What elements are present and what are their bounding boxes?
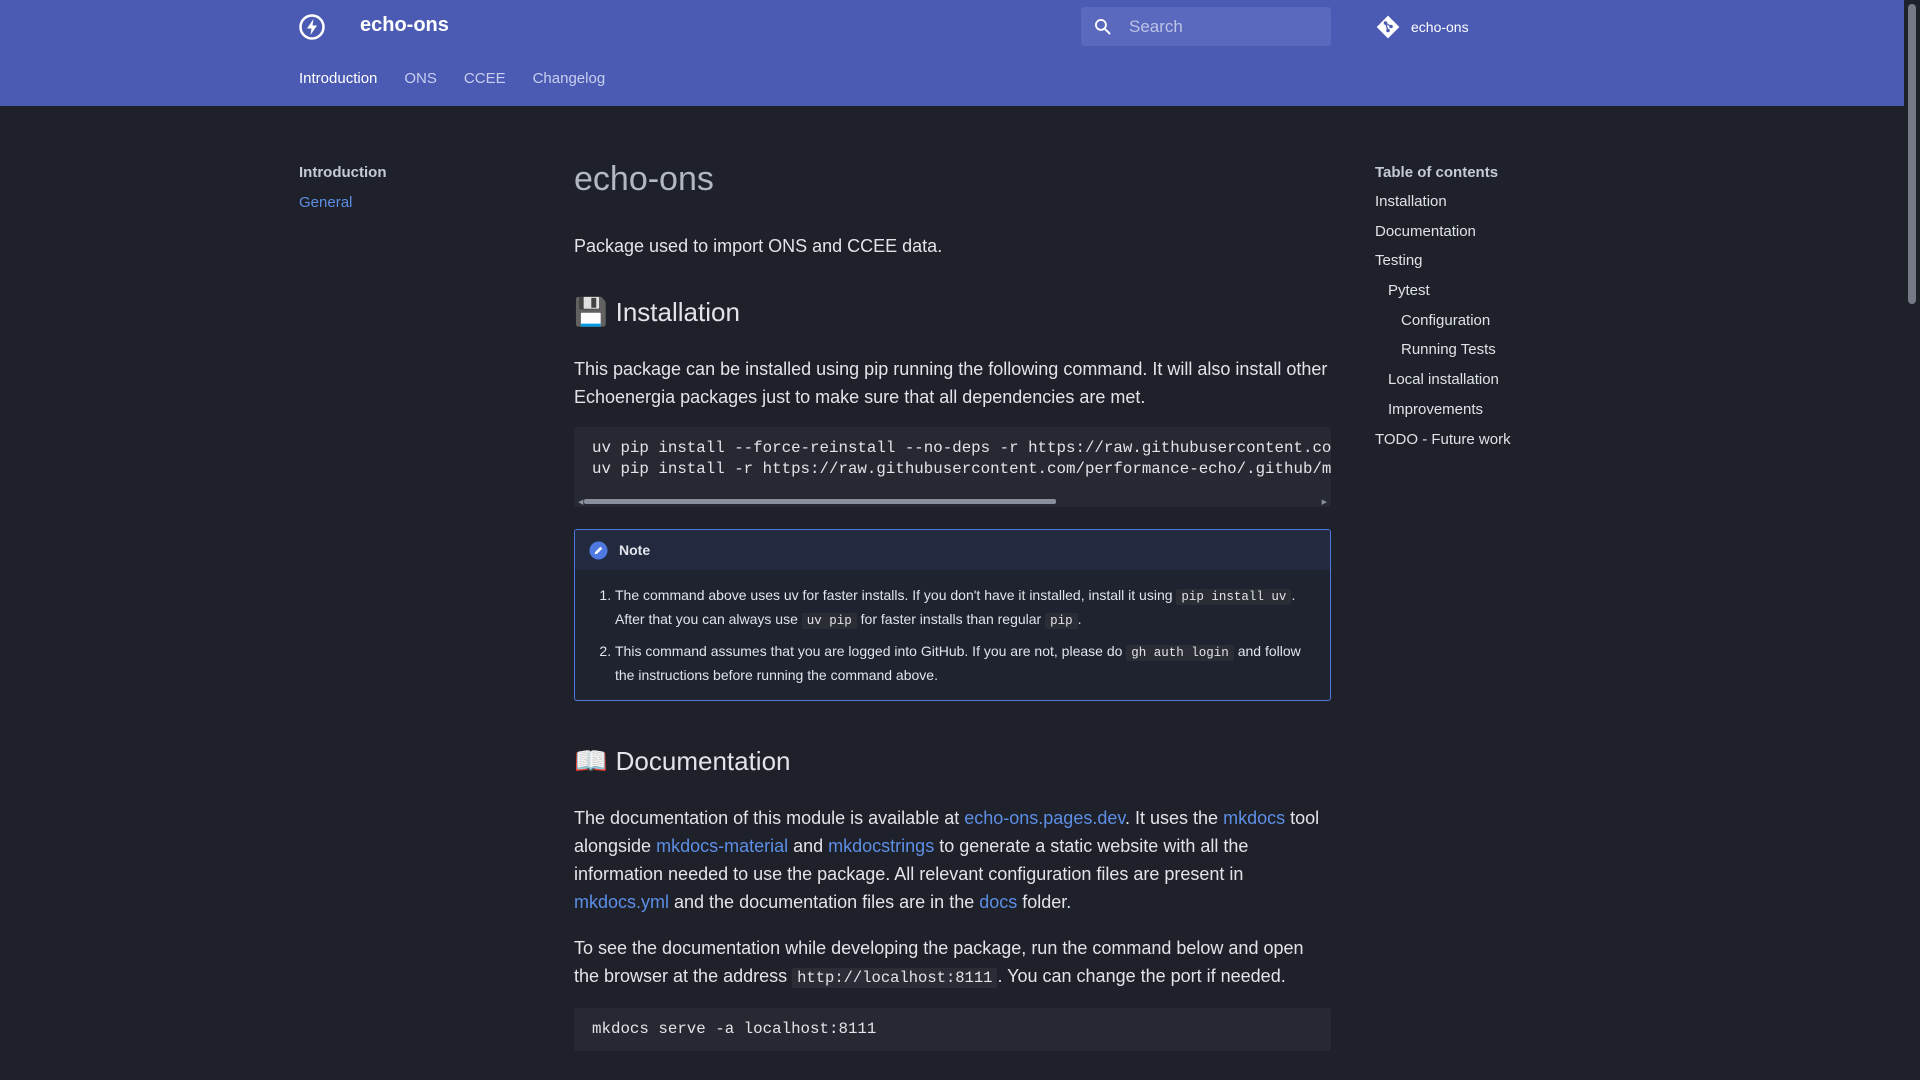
installation-heading: 💾 Installation [574,296,1331,328]
installation-heading-text: Installation [615,296,740,327]
list-item: This command assumes that you are logged… [615,641,1310,686]
repo-name: echo-ons [1411,19,1469,35]
install-code-block[interactable]: uv pip install --force-reinstall --no-de… [574,427,1331,507]
documentation-paragraph: The documentation of this module is avai… [574,804,1331,916]
main-content: echo-ons Package used to import ONS and … [574,160,1331,1051]
mkdocstrings-link[interactable]: mkdocstrings [828,836,934,856]
scroll-right-icon[interactable]: ▶ [1322,498,1327,506]
intro-paragraph: Package used to import ONS and CCEE data… [574,236,943,256]
primary-navigation: Introduction General [299,164,519,212]
page-title: echo-ons [574,160,714,198]
tab-introduction[interactable]: Introduction [299,70,377,87]
docs-site-link[interactable]: echo-ons.pages.dev [964,808,1125,828]
doc-text: The documentation of this module is avai… [574,808,965,828]
doc-text: folder. [1017,892,1072,912]
inline-code: http://localhost:8111 [792,968,998,988]
search-input[interactable] [1129,7,1324,46]
documentation-heading: 📖 Documentation [574,745,1331,777]
code-horizontal-scrollbar[interactable]: ◀ ▶ [578,498,1327,506]
toc-item-configuration[interactable]: Configuration [1375,312,1615,342]
note-text: for faster installs than regular [856,610,1046,627]
code-line: uv pip install -r https://raw.githubuser… [592,460,1331,478]
note-text: This command assumes that you are logged… [615,643,1127,659]
doc-text: . You can change the port if needed. [997,966,1286,986]
toc-item-documentation[interactable]: Documentation [1375,223,1615,253]
mkdocs-yml-link[interactable]: mkdocs.yml [574,892,669,912]
serve-code-block[interactable]: mkdocs serve -a localhost:8111 [574,1008,1331,1051]
inline-code: uv pip [801,612,857,629]
documentation-heading-text: Documentation [615,745,791,776]
search-box[interactable] [1081,7,1331,46]
toc-title: Table of contents [1375,164,1499,181]
doc-text: and [788,836,829,856]
doc-text: and the documentation files are in the [669,892,980,912]
scrollbar-thumb[interactable] [584,499,1056,504]
home-logo-icon[interactable] [299,14,325,40]
toc-item-testing[interactable]: Testing [1375,252,1615,282]
tab-changelog[interactable]: Changelog [533,70,606,87]
header: echo-ons echo-ons Introduction ONS CCEE … [0,0,1904,106]
serve-paragraph: To see the documentation while developin… [574,934,1331,992]
table-of-contents: Table of contents Installation Documenta… [1375,164,1615,460]
toc-item-todo[interactable]: TODO - Future work [1375,431,1615,461]
tab-ccee[interactable]: CCEE [464,70,506,87]
floppy-disk-icon: 💾 [574,297,608,327]
note-title: Note [619,542,651,558]
open-book-icon: 📖 [574,746,608,776]
toc-item-pytest[interactable]: Pytest [1375,282,1615,312]
header-tabs: Introduction ONS CCEE Changelog [299,70,632,87]
code-line: mkdocs serve -a localhost:8111 [592,1020,877,1038]
docs-folder-link[interactable]: docs [979,892,1017,912]
code-line: uv pip install --force-reinstall --no-de… [592,439,1331,457]
mkdocs-material-link[interactable]: mkdocs-material [656,836,788,856]
toc-item-local-installation[interactable]: Local installation [1375,371,1615,401]
note-text: The command above uses uv for faster ins… [615,587,1177,603]
nav-item-general[interactable]: General [299,194,352,211]
doc-text: . It uses the [1125,808,1224,828]
inline-code: pip [1045,612,1078,629]
note-list: The command above uses uv for faster ins… [575,570,1330,700]
site-title[interactable]: echo-ons [360,14,449,37]
note-text: . [1077,610,1082,627]
scroll-left-icon[interactable]: ◀ [578,498,583,506]
repo-link[interactable]: echo-ons [1375,14,1469,40]
toc-item-installation[interactable]: Installation [1375,193,1615,223]
toc-item-improvements[interactable]: Improvements [1375,401,1615,431]
inline-code: gh auth login [1126,645,1234,661]
search-icon [1095,19,1111,35]
git-icon [1376,15,1400,39]
page-scrollbar-thumb[interactable] [1908,4,1916,304]
page-scrollbar[interactable] [1904,0,1920,1080]
note-header: Note [575,530,1330,570]
note-admonition: Note The command above uses uv for faste… [574,529,1331,701]
mkdocs-link[interactable]: mkdocs [1223,808,1285,828]
nav-section-title: Introduction [299,164,387,181]
pencil-icon [589,540,608,560]
toc-item-running-tests[interactable]: Running Tests [1375,341,1615,371]
installation-paragraph: This package can be installed using pip … [574,359,1328,407]
list-item: The command above uses uv for faster ins… [615,585,1310,632]
inline-code: pip install uv [1176,589,1292,605]
tab-ons[interactable]: ONS [404,70,437,87]
